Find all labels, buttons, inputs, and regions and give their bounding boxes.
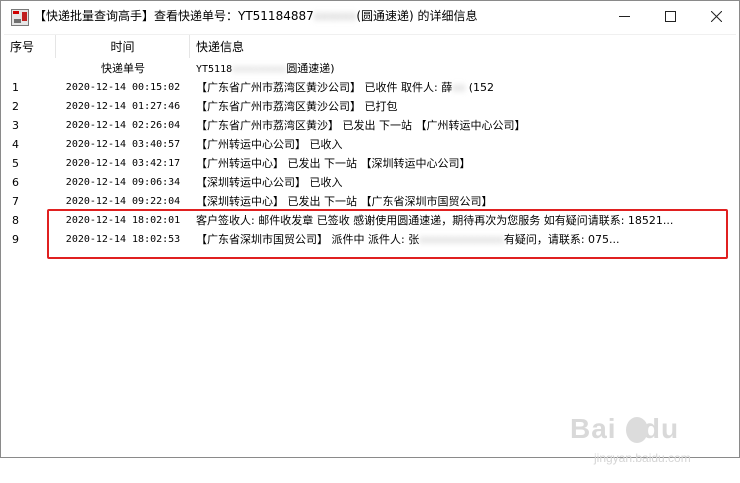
tracking-number-label: 快递单号	[101, 62, 145, 75]
row-info: 【广东省广州市荔湾区黄沙公司】 已收件 取件人: 薛xx (152	[196, 81, 495, 94]
column-header-info[interactable]: 快递信息	[190, 35, 736, 58]
row-info: 【广东省广州市荔湾区黄沙】 已发出 下一站 【广州转运中心公司】	[196, 119, 526, 132]
minimize-icon	[619, 16, 630, 17]
row-seq: 1	[12, 81, 19, 94]
table-row[interactable]: 5 2020-12-14 03:42:17 【广州转运中心】 已发出 下一站 【…	[4, 154, 736, 173]
row-seq: 6	[12, 176, 19, 189]
tracking-number-value: YT5118xxxxxxxxx圆通速递)	[196, 62, 335, 75]
row-seq: 8	[12, 214, 19, 227]
row-info: 【深圳转运中心公司】 已收入	[196, 176, 343, 189]
title-prefix: 【快递批量查询高手】查看快递单号：YT51184887	[34, 9, 314, 23]
row-time: 2020-12-14 03:40:57	[65, 139, 181, 150]
table-row[interactable]: 2 2020-12-14 01:27:46 【广东省广州市荔湾区黄沙公司】 已打…	[4, 97, 736, 116]
row-seq: 4	[12, 138, 19, 151]
row-info: 【广州转运中心】 已发出 下一站 【深圳转运中心公司】	[196, 157, 471, 170]
close-icon	[711, 11, 722, 22]
minimize-button[interactable]	[601, 1, 647, 32]
row-time: 2020-12-14 09:06:34	[65, 177, 181, 188]
list-header: 序号 时间 快递信息	[4, 35, 736, 59]
paw-icon	[626, 417, 648, 443]
maximize-button[interactable]	[647, 1, 693, 32]
close-button[interactable]	[693, 1, 739, 32]
window-title: 【快递批量查询高手】查看快递单号：YT51184887xxxxxx(圆通速递) …	[34, 9, 478, 24]
highlight-annotation	[47, 209, 728, 259]
row-time: 2020-12-14 02:26:04	[65, 120, 181, 131]
detail-window: 【快递批量查询高手】查看快递单号：YT51184887xxxxxx(圆通速递) …	[0, 0, 740, 465]
watermark-url: jingyan.baidu.com	[594, 451, 691, 465]
title-bar[interactable]: 【快递批量查询高手】查看快递单号：YT51184887xxxxxx(圆通速递) …	[1, 1, 739, 32]
table-row[interactable]: 4 2020-12-14 03:40:57 【广州转运中心公司】 已收入	[4, 135, 736, 154]
table-row[interactable]: 1 2020-12-14 00:15:02 【广东省广州市荔湾区黄沙公司】 已收…	[4, 78, 736, 97]
watermark-logo: Bai du	[570, 413, 680, 444]
title-suffix: (圆通速递) 的详细信息	[356, 9, 478, 23]
row-info: 【广东省广州市荔湾区黄沙公司】 已打包	[196, 100, 398, 113]
row-seq: 5	[12, 157, 19, 170]
row-seq: 3	[12, 119, 19, 132]
column-header-seq[interactable]: 序号	[4, 35, 56, 58]
row-time: 2020-12-14 01:27:46	[65, 101, 181, 112]
table-row[interactable]: 6 2020-12-14 09:06:34 【深圳转运中心公司】 已收入	[4, 173, 736, 192]
row-seq: 7	[12, 195, 19, 208]
row-time: 2020-12-14 00:15:02	[65, 82, 181, 93]
tracking-number-row[interactable]: 快递单号 YT5118xxxxxxxxx圆通速递)	[4, 59, 736, 78]
maximize-icon	[665, 11, 676, 22]
tracking-list[interactable]: 序号 时间 快递信息 快递单号 YT5118xxxxxxxxx圆通速递) 1 2…	[4, 34, 736, 465]
row-seq: 9	[12, 233, 19, 246]
table-row[interactable]: 3 2020-12-14 02:26:04 【广东省广州市荔湾区黄沙】 已发出 …	[4, 116, 736, 135]
row-info: 【广州转运中心公司】 已收入	[196, 138, 343, 151]
row-seq: 2	[12, 100, 19, 113]
title-blurred: xxxxxx	[313, 9, 357, 23]
baidu-watermark: Bai du jingyan.baidu.com	[564, 413, 734, 483]
column-header-time[interactable]: 时间	[56, 35, 190, 58]
app-icon	[11, 9, 29, 26]
row-time: 2020-12-14 03:42:17	[65, 158, 181, 169]
